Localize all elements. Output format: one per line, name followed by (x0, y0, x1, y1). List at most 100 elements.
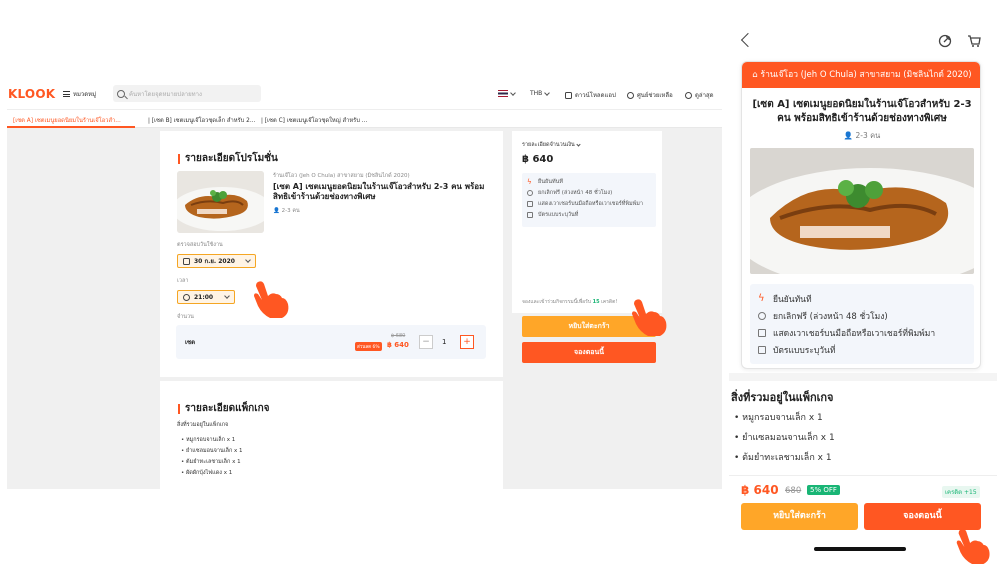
calendar-icon (527, 211, 533, 218)
features-box: ϟ ยืนยันทันที ยกเลิกฟรี (ล่วงหน้า 48 ชั่ว… (750, 284, 974, 364)
feature-text: บัตรแบบระบุวันที่ (538, 211, 579, 218)
list-item: ยำแซลมอนจานเล็ก x 1 (734, 428, 835, 448)
share-icon[interactable] (938, 34, 952, 48)
person-icon: 👤 (273, 208, 280, 214)
credits-note: จองและเข้าร่วมกิจกรรมนี้เพื่อรับ 15 เครด… (522, 298, 617, 306)
voucher-icon (758, 328, 766, 337)
list-item: ยำแซลมอนจานเล็ก x 1 (181, 446, 243, 457)
tab-set-a[interactable]: [เซต A] เซตเมนูยอดนิยมในร้านเจ๊โอวสำ... (13, 115, 121, 125)
currency-selector[interactable]: THB (530, 89, 551, 97)
features-box: ϟ ยืนยันทันที ยกเลิกฟรี (ล่วงหน้า 48 ชั่ว… (522, 173, 656, 227)
decrease-quantity-button[interactable]: − (419, 335, 433, 349)
chevron-down-icon (510, 89, 516, 96)
calendar-icon (183, 257, 190, 265)
pax-label: 2-3 คน (855, 131, 881, 140)
back-arrow-icon[interactable] (740, 32, 756, 48)
increase-quantity-button[interactable]: + (460, 335, 474, 349)
food-image (177, 171, 264, 233)
list-item: ต้มยำทะเลชามเล็ก x 1 (734, 448, 835, 468)
list-item: ผัดผักบุ้งไฟแดง x 1 (181, 468, 243, 479)
list-item: หมูกรอบจานเล็ก x 1 (181, 435, 243, 446)
feature-dated: บัตรแบบระบุวันที่ (758, 341, 966, 358)
feature-text: บัตรแบบระบุวันที่ (773, 345, 836, 356)
product-title: [เซต A] เซตเมนูยอดนิยมในร้านเจ๊โอวสำหรับ… (752, 99, 972, 124)
package-title: สิ่งที่รวมอยู่ในแพ็กเกจ (731, 391, 834, 404)
feature-text: ยกเลิกฟรี (ล่วงหน้า 48 ชั่วโมง) (538, 189, 613, 196)
date-value: 30 ก.ย. 2020 (194, 258, 235, 265)
summary-label[interactable]: รายละเอียดจำนวนเงิน (522, 141, 581, 149)
home-indicator (814, 547, 906, 551)
active-tab-underline (7, 126, 135, 128)
bolt-icon: ϟ (758, 293, 765, 304)
credits-prefix: จองและเข้าร่วมกิจกรรมนี้เพื่อรับ (522, 299, 592, 305)
clock-icon (685, 91, 692, 99)
divider (729, 373, 997, 381)
download-app-link[interactable]: ดาวน์โหลดแอป (565, 90, 616, 100)
phone-icon (565, 91, 572, 99)
refund-icon (527, 189, 533, 196)
chevron-down-icon (224, 293, 230, 299)
discount-badge: 5% OFF (807, 485, 840, 495)
download-label: ดาวน์โหลดแอป (575, 92, 616, 99)
feature-text: ยกเลิกฟรี (ล่วงหน้า 48 ชั่วโมง) (773, 311, 888, 322)
package-subtitle: สิ่งที่รวมอยู่ในแพ็กเกจ (177, 422, 229, 428)
help-label: ศูนย์ช่วยเหลือ (637, 92, 673, 99)
help-center-link[interactable]: ศูนย์ช่วยเหลือ (627, 90, 673, 100)
time-label: เวลา (177, 278, 189, 284)
klook-logo[interactable]: KLOOK (8, 87, 55, 101)
recent-label: ดูล่าสุด (695, 92, 714, 99)
feature-text: ยืนยันทันที (773, 294, 812, 305)
top-navbar: KLOOK หมวดหมู่ ค้นหาโดยจุดหมายปลายทาง TH… (7, 79, 722, 109)
shop-name: ร้านเจ๊โอว (Jeh O Chula) สาขาสยาม (มิชลิ… (273, 173, 410, 179)
hamburger-icon (63, 91, 70, 97)
mobile-price: ฿ 640 (741, 483, 779, 497)
search-input[interactable]: ค้นหาโดยจุดหมายปลายทาง (113, 85, 261, 102)
time-selector[interactable]: 21:00 (177, 290, 235, 304)
book-now-button[interactable]: จองตอนนี้ (522, 342, 656, 363)
category-menu[interactable]: หมวดหมู่ (63, 89, 96, 99)
package-card: ⌂ ร้านเจ๊โอว (Jeh O Chula) สาขาสยาม (มิช… (741, 61, 981, 369)
add-to-cart-button[interactable]: หยิบใส่ตะกร้า (741, 503, 858, 530)
feature-voucher: แสดงเวาเชอร์บนมือถือหรือเวาเชอร์ที่พิมพ์… (527, 198, 651, 209)
list-item: ต้มยำทะเลชามเล็ก x 1 (181, 457, 243, 468)
feature-cancel: ยกเลิกฟรี (ล่วงหน้า 48 ชั่วโมง) (527, 187, 651, 198)
mobile-screenshot: ⌂ ร้านเจ๊โอว (Jeh O Chula) สาขาสยาม (มิช… (729, 25, 997, 569)
feature-cancel: ยกเลิกฟรี (ล่วงหน้า 48 ชั่วโมง) (758, 307, 966, 324)
shop-header: ⌂ ร้านเจ๊โอว (Jeh O Chula) สาขาสยาม (มิช… (742, 62, 980, 88)
thai-flag-icon (498, 90, 508, 97)
tab-set-c[interactable]: | [เซต C] เซตเมนูเจ๊โอวชุดใหญ่ สำหรับ ..… (261, 115, 367, 125)
old-price: ฿ 680 (391, 333, 406, 339)
calendar-icon (758, 345, 766, 354)
credits-badge: เครดิต +15 (942, 486, 980, 498)
time-value: 21:00 (194, 293, 214, 301)
discount-badge: ส่วนลด 6% (355, 342, 382, 351)
shop-name: ร้านเจ๊โอว (Jeh O Chula) สาขาสยาม (มิชลิ… (760, 70, 972, 80)
date-label: ตรวจสอบวันใช้งาน (177, 242, 223, 248)
tap-hand-icon (956, 529, 990, 564)
package-list: หมูกรอบจานเล็ก x 1 ยำแซลมอนจานเล็ก x 1 ต… (734, 408, 835, 468)
search-icon (117, 89, 125, 98)
shop-icon: ⌂ (752, 70, 758, 80)
language-selector[interactable] (498, 89, 516, 97)
recently-viewed-link[interactable]: ดูล่าสุด (685, 90, 714, 100)
package-section-title: รายละเอียดแพ็กเกจ (178, 401, 270, 416)
desktop-screenshot: KLOOK หมวดหมู่ ค้นหาโดยจุดหมายปลายทาง TH… (7, 79, 722, 489)
list-item: หมูกรอบจานเล็ก x 1 (734, 408, 835, 428)
product-name: [เซต A] เซตเมนูยอดนิยมในร้านเจ๊โอวสำหรับ… (273, 182, 485, 201)
quantity-value: 1 (442, 338, 447, 346)
chevron-down-icon (575, 142, 581, 147)
tab-set-b[interactable]: | [เซต B] เซตเมนูเจ๊โอวชุดเล็ก สำหรับ 2.… (148, 115, 255, 125)
feature-dated: บัตรแบบระบุวันที่ (527, 209, 651, 220)
currency-label: THB (530, 90, 543, 97)
cart-icon[interactable] (967, 34, 981, 48)
item-name: เซต (185, 339, 196, 346)
feature-text: ยืนยันทันที (538, 178, 563, 185)
help-icon (627, 91, 634, 99)
date-selector[interactable]: 30 ก.ย. 2020 (177, 254, 256, 268)
set-price: ฿ 640 (387, 341, 409, 349)
bolt-icon: ϟ (527, 177, 532, 186)
person-icon: 👤 (843, 131, 854, 140)
clock-icon (183, 293, 190, 301)
search-placeholder: ค้นหาโดยจุดหมายปลายทาง (129, 90, 202, 98)
voucher-icon (527, 200, 533, 207)
